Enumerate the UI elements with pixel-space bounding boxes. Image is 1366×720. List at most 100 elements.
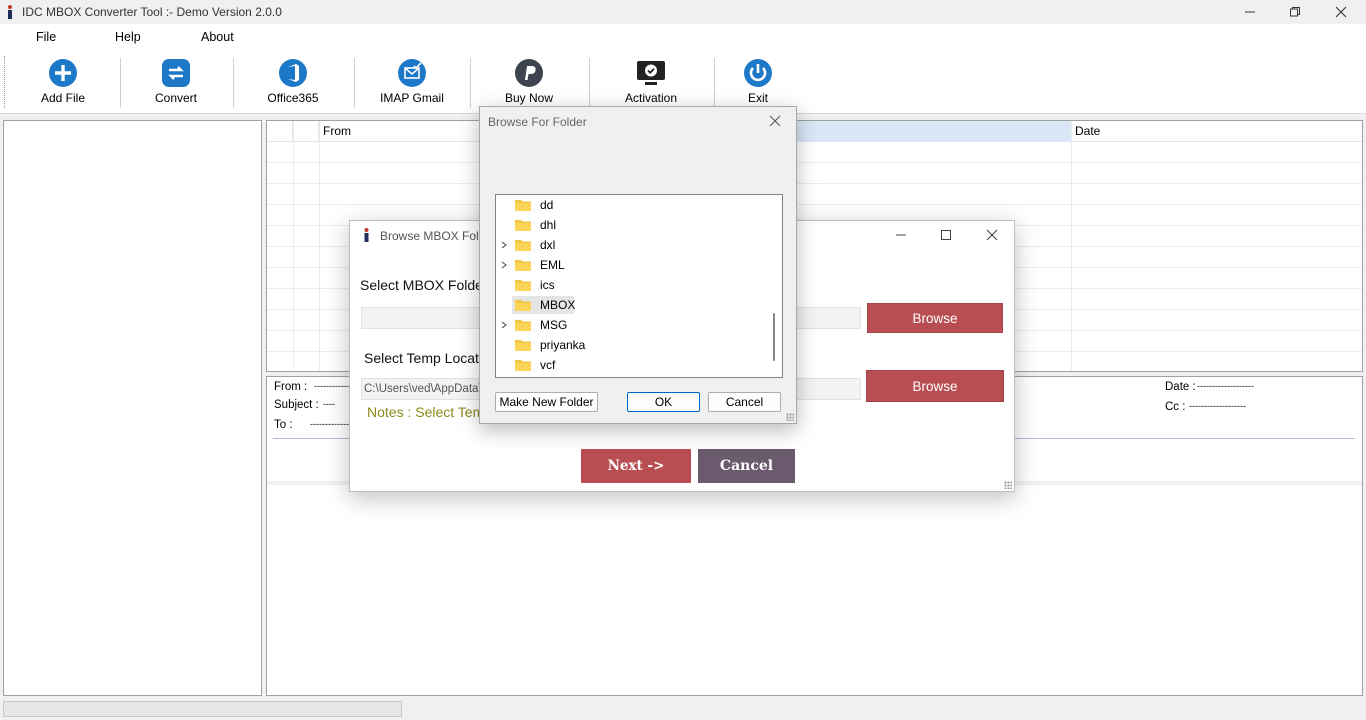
convert-button[interactable]: Convert	[152, 58, 200, 105]
mbox-maximize-button[interactable]	[923, 223, 969, 247]
toolbar-separator	[120, 58, 121, 108]
folder-item[interactable]: dd	[496, 195, 766, 215]
folder-icon	[515, 240, 531, 251]
expand-chevron-icon[interactable]	[496, 235, 512, 255]
app-logo-icon	[8, 5, 12, 19]
toolbar-separator	[354, 58, 355, 108]
browse-mbox-button[interactable]: Browse	[867, 303, 1003, 333]
folder-item[interactable]: EML	[496, 255, 766, 275]
folder-name: dd	[540, 198, 554, 212]
table-row[interactable]	[267, 163, 1362, 184]
menu-about[interactable]: About	[201, 30, 234, 44]
folder-icon	[515, 320, 531, 331]
minimize-icon	[1245, 11, 1255, 13]
menu-help[interactable]: Help	[115, 30, 141, 44]
folder-name: priyanka	[540, 338, 586, 352]
folder-icon	[515, 300, 531, 311]
preview-date-value: -------------------	[1197, 381, 1254, 391]
next-button[interactable]: Next ->	[581, 449, 691, 483]
activation-icon	[637, 61, 665, 85]
imap-gmail-button[interactable]: IMAP Gmail	[378, 58, 446, 105]
folder-item[interactable]: priyanka	[496, 335, 766, 355]
preview-cc-label: Cc :	[1165, 401, 1186, 413]
make-new-folder-button[interactable]: Make New Folder	[495, 392, 598, 412]
window-title: IDC MBOX Converter Tool :- Demo Version …	[22, 5, 282, 19]
office365-button[interactable]: Office365	[266, 58, 320, 105]
notes-text: Notes : Select Temp	[367, 404, 493, 420]
restore-button[interactable]	[1272, 0, 1318, 24]
folder-name: EML	[540, 258, 565, 272]
office365-icon	[279, 59, 307, 87]
convert-icon	[162, 59, 190, 87]
add-icon	[49, 59, 77, 87]
folder-dialog-close-button[interactable]	[760, 109, 790, 133]
grid-header-date[interactable]: Date	[1071, 121, 1362, 142]
folder-item[interactable]: dxl	[496, 235, 766, 255]
cancel-button[interactable]: Cancel	[698, 449, 795, 483]
grid-vline	[319, 121, 320, 371]
toolbar-separator	[233, 58, 234, 108]
expand-chevron-icon[interactable]	[496, 315, 512, 335]
select-temp-location-label: Select Temp Location	[364, 350, 498, 366]
folder-tree-panel[interactable]	[3, 120, 262, 696]
activation-label: Activation	[624, 91, 678, 105]
folder-icon	[515, 280, 531, 291]
mbox-minimize-button[interactable]	[878, 223, 924, 247]
buy-now-button[interactable]: Buy Now	[503, 58, 555, 105]
imap-gmail-icon	[398, 59, 426, 87]
close-icon	[986, 229, 998, 241]
exit-label: Exit	[747, 91, 768, 105]
tree-scrollbar-thumb[interactable]	[773, 313, 775, 361]
table-row[interactable]	[267, 142, 1362, 163]
folder-item[interactable]: vcf	[496, 355, 766, 375]
browse-temp-button[interactable]: Browse	[866, 370, 1004, 402]
add-file-label: Add File	[40, 91, 86, 105]
menu-file[interactable]: File	[36, 30, 56, 44]
folder-icon	[515, 340, 531, 351]
power-icon	[744, 59, 772, 87]
folder-name: dhl	[540, 218, 557, 232]
exit-button[interactable]: Exit	[741, 58, 775, 105]
toolbar-grip	[4, 56, 6, 108]
folder-item-selected[interactable]: MBOX	[496, 295, 766, 315]
toolbar-separator	[589, 58, 590, 108]
grid-header-blank	[293, 121, 319, 142]
ok-button[interactable]: OK	[627, 392, 700, 412]
folder-item[interactable]: ics	[496, 275, 766, 295]
mbox-close-button[interactable]	[969, 223, 1015, 247]
browse-for-folder-dialog: Browse For Folder dd dhl dxl EML ics MBO…	[479, 106, 797, 424]
preview-to-value: -------------	[310, 419, 349, 429]
convert-label: Convert	[154, 91, 198, 105]
minimize-button[interactable]	[1227, 0, 1273, 24]
folder-name: MBOX	[540, 298, 576, 312]
menu-bar: File Help About	[0, 24, 1366, 50]
folder-icon	[515, 260, 531, 271]
restore-icon	[1290, 7, 1300, 17]
folder-icon	[515, 220, 531, 231]
folder-cancel-button[interactable]: Cancel	[708, 392, 781, 412]
paypal-icon	[515, 59, 543, 87]
preview-subject-label: Subject :	[274, 399, 319, 411]
app-logo-icon	[364, 228, 369, 242]
close-button[interactable]	[1318, 0, 1364, 24]
title-bar: IDC MBOX Converter Tool :- Demo Version …	[0, 0, 1366, 24]
activation-button[interactable]: Activation	[621, 58, 681, 105]
grid-vline	[293, 121, 294, 371]
folder-name: ics	[540, 278, 555, 292]
expand-chevron-icon[interactable]	[496, 255, 512, 275]
table-row[interactable]	[267, 184, 1362, 205]
add-file-button[interactable]: Add File	[37, 58, 89, 105]
folder-item[interactable]: dhl	[496, 215, 766, 235]
resize-grip[interactable]	[786, 413, 794, 421]
resize-grip[interactable]	[1004, 481, 1012, 489]
grid-header: From Date	[267, 121, 1362, 142]
folder-tree[interactable]: dd dhl dxl EML ics MBOX MSG priyanka vcf	[495, 194, 783, 378]
close-icon	[769, 115, 781, 127]
folder-item[interactable]: MSG	[496, 315, 766, 335]
folder-dialog-title: Browse For Folder	[488, 115, 587, 129]
